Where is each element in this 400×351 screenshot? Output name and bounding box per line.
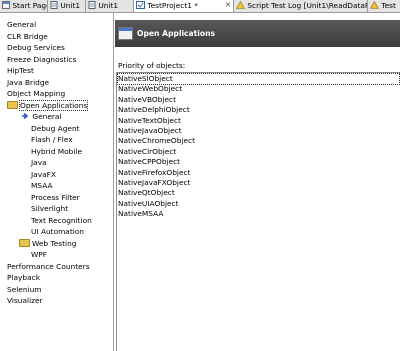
tree-item-label: Hybrid Mobile — [31, 146, 82, 156]
tree-item-label: CLR Bridge — [7, 31, 48, 41]
tree-item-ui-automation[interactable]: UI Automation — [31, 226, 84, 237]
tab-unit1-second[interactable]: Unit1 — [86, 0, 134, 12]
tree-item-flash-flex[interactable]: Flash / Flex — [31, 134, 73, 145]
tree-item-debug-services[interactable]: Debug Services — [7, 42, 65, 53]
arrow-icon — [22, 112, 29, 120]
tree-item-label: Performance Counters — [7, 261, 90, 271]
test-log-icon — [370, 1, 379, 9]
list-item[interactable]: NativeMSAA — [118, 209, 163, 219]
tab-label: TestProject1 * — [147, 1, 198, 10]
list-item[interactable]: NativeFirefoxObject — [118, 168, 190, 178]
panel-header: Open Applications — [115, 20, 400, 47]
tree-item-label: General — [32, 112, 62, 121]
list-item[interactable]: NativeVBObject — [118, 95, 176, 105]
tree-item-msaa[interactable]: MSAA — [31, 180, 53, 191]
tree-item-label: Debug Services — [7, 43, 65, 52]
tree-item-label: WPF — [31, 250, 48, 259]
test-log-icon — [236, 1, 245, 9]
tree-item-label: Java Bridge — [7, 77, 50, 87]
tree-item-label: Debug Agent — [31, 123, 80, 133]
list-item[interactable]: NativeTextObject — [118, 116, 181, 126]
folder-icon — [19, 238, 30, 247]
list-item[interactable]: NativeChromeObject — [118, 136, 195, 146]
tab-unit1[interactable]: Unit1 — [48, 0, 86, 12]
tree-item-label: Freeze Diagnostics — [7, 54, 77, 64]
tree-item-label: General — [7, 20, 37, 29]
list-item[interactable]: NativeJavaFXObject — [118, 178, 190, 188]
tab-label: Script Test Log [Unit1\ReadDataF... — [247, 1, 368, 10]
tree-item-web-testing[interactable]: Web Testing — [19, 238, 76, 249]
settings-panel: Open Applications Priority of objects: N… — [115, 13, 400, 351]
tree-item-clr-bridge[interactable]: CLR Bridge — [7, 31, 48, 42]
tree-item-label: Object Mapping — [7, 89, 66, 98]
tree-item-debug-agent[interactable]: Debug Agent — [31, 123, 80, 134]
list-item[interactable]: NativeCPPObject — [118, 157, 180, 167]
tree-item-label: Java — [31, 158, 47, 167]
tree-item-label: Silverlight — [31, 204, 69, 213]
tree-item-performance-counters[interactable]: Performance Counters — [7, 261, 90, 272]
script-file-icon — [88, 1, 96, 9]
tree-item-hybrid-mobile[interactable]: Hybrid Mobile — [31, 146, 82, 157]
tree-item-java-bridge[interactable]: Java Bridge — [7, 77, 49, 88]
tree-item-java[interactable]: Java — [31, 157, 47, 168]
tree-item-label: Web Testing — [32, 238, 77, 248]
tree-item-open-apps-general[interactable]: General — [21, 111, 62, 122]
tree-item-label: HipTest — [7, 66, 34, 75]
tree-item-visualizer[interactable]: Visualizer — [7, 295, 43, 306]
window-icon — [118, 27, 133, 40]
tree-item-label: MSAA — [31, 181, 53, 190]
tree-item-hiptest[interactable]: HipTest — [7, 65, 34, 76]
tree-item-label: Selenium — [7, 284, 42, 294]
tree-item-javafx[interactable]: JavaFX — [31, 169, 56, 180]
list-item[interactable]: NativeDelphiObject — [118, 105, 190, 115]
tree-item-label: Playback — [7, 273, 40, 282]
tree-item-open-applications[interactable]: Open Applications — [7, 99, 89, 111]
tree-item-playback[interactable]: Playback — [7, 272, 40, 283]
settings-tree: General CLR Bridge Debug Services Freeze… — [0, 13, 114, 351]
tree-item-label: Open Applications — [18, 99, 89, 111]
list-item[interactable]: NativeWebObject — [118, 84, 182, 94]
tab-testproject1[interactable]: TestProject1 * ✕ — [134, 0, 234, 12]
panel-title: Open Applications — [137, 29, 216, 38]
tree-item-label: JavaFX — [31, 169, 56, 179]
tree-item-label: Text Recognition — [31, 215, 92, 225]
tree-item-label: Process Filter — [31, 192, 80, 202]
script-file-icon — [50, 1, 58, 9]
tab-label: Unit1 — [60, 1, 81, 10]
folder-open-icon — [7, 100, 18, 109]
tree-item-general[interactable]: General — [7, 19, 36, 30]
priority-label: Priority of objects: — [118, 61, 186, 70]
tab-label: Unit1 — [98, 1, 119, 10]
list-item[interactable]: NativeJavaObject — [118, 126, 182, 136]
document-tab-bar: Start Page Unit1 Unit1 TestProject1 * ✕ … — [0, 0, 400, 13]
tab-script-test-log[interactable]: Script Test Log [Unit1\ReadDataF... — [234, 0, 368, 12]
tree-item-freeze-diagnostics[interactable]: Freeze Diagnostics — [7, 54, 76, 65]
project-icon — [136, 1, 145, 9]
list-item[interactable]: NativeClrObject — [118, 147, 176, 157]
tree-item-label: UI Automation — [31, 227, 84, 236]
tree-item-label: Flash / Flex — [31, 135, 73, 144]
tree-item-silverlight[interactable]: Silverlight — [31, 203, 68, 214]
tree-item-label: Visualizer — [7, 296, 43, 305]
close-icon[interactable]: ✕ — [225, 0, 231, 11]
tab-start-page[interactable]: Start Page — [0, 0, 48, 12]
object-priority-list[interactable]: NativeSlObject NativeWebObject NativeVBO… — [116, 72, 400, 351]
list-item[interactable]: NativeSlObject — [117, 72, 400, 86]
tab-test[interactable]: Test — [368, 0, 400, 12]
start-page-icon — [2, 1, 10, 9]
tree-item-wpf[interactable]: WPF — [31, 249, 47, 260]
list-item[interactable]: NativeUIAObject — [118, 199, 179, 209]
tab-label: Test — [381, 1, 396, 10]
tree-item-process-filter[interactable]: Process Filter — [31, 192, 80, 203]
tree-item-text-recognition[interactable]: Text Recognition — [31, 215, 92, 226]
tree-item-object-mapping[interactable]: Object Mapping — [7, 88, 65, 99]
tree-item-selenium[interactable]: Selenium — [7, 284, 41, 295]
tab-label: Start Page — [12, 1, 48, 10]
list-item[interactable]: NativeQtObject — [118, 188, 175, 198]
